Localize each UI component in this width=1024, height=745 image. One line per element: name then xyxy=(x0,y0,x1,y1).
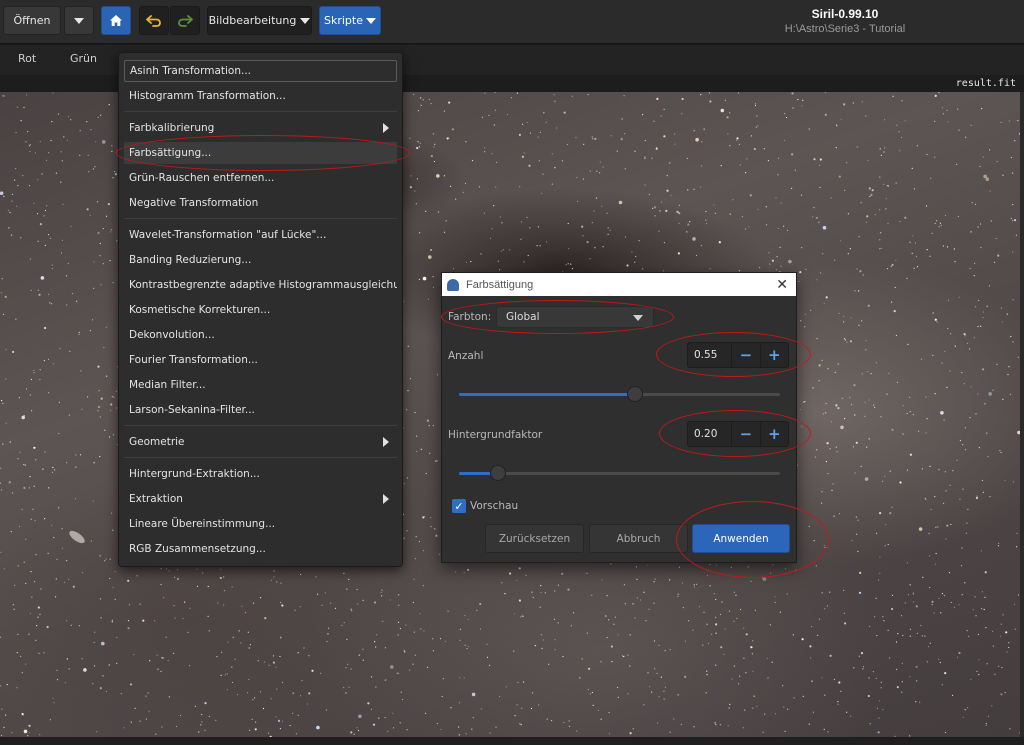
menu-item-color-calibration[interactable]: Farbkalibrierung xyxy=(124,117,397,139)
amount-decrease-button[interactable]: − xyxy=(731,343,759,367)
app-title: Siril-0.99.10 xyxy=(811,7,879,21)
menu-separator xyxy=(124,425,397,426)
image-processing-menu-button[interactable]: Bildbearbeitung xyxy=(207,6,312,35)
menu-separator xyxy=(124,457,397,458)
menu-item-banding[interactable]: Banding Reduzierung... xyxy=(124,249,397,271)
menu-separator xyxy=(124,111,397,112)
redo-icon xyxy=(178,14,193,27)
reset-button[interactable]: Zurücksetzen xyxy=(485,524,584,553)
tab-red[interactable]: Rot xyxy=(18,52,36,65)
background-factor-slider[interactable] xyxy=(459,465,780,481)
menu-item-median[interactable]: Median Filter... xyxy=(124,374,397,396)
close-icon[interactable]: ✕ xyxy=(776,276,788,293)
chevron-down-icon xyxy=(366,17,376,24)
dialog-titlebar[interactable]: Farbsättigung ✕ xyxy=(442,273,796,296)
chevron-down-icon xyxy=(633,315,643,321)
menu-item-negative[interactable]: Negative Transformation xyxy=(124,192,397,214)
chevron-down-icon xyxy=(300,17,311,24)
chevron-right-icon xyxy=(383,123,389,133)
chevron-right-icon xyxy=(383,494,389,504)
background-factor-label: Hintergrundfaktor xyxy=(448,429,543,441)
menu-item-extraction[interactable]: Extraktion xyxy=(124,488,397,510)
preview-label: Vorschau xyxy=(470,500,519,512)
image-processing-label: Bildbearbeitung xyxy=(208,14,297,27)
menu-item-linear-match[interactable]: Lineare Übereinstimmung... xyxy=(124,513,397,535)
image-processing-menu: Asinh Transformation... Histogramm Trans… xyxy=(118,52,403,567)
menu-item-background-extraction[interactable]: Hintergrund-Extraktion... xyxy=(124,463,397,485)
bottom-bar xyxy=(0,737,1024,745)
amount-spinner[interactable]: 0.55 − + xyxy=(687,342,789,368)
window-title: Siril-0.99.10 H:\Astro\Serie3 - Tutorial xyxy=(760,7,930,35)
hue-value: Global xyxy=(506,311,540,323)
home-button[interactable] xyxy=(101,6,131,35)
image-filename: result.fit xyxy=(955,78,1016,89)
open-button[interactable]: Öffnen xyxy=(3,6,61,35)
menu-item-fourier[interactable]: Fourier Transformation... xyxy=(124,349,397,371)
preview-checkbox[interactable]: ✓ xyxy=(452,499,466,513)
header-bar: Öffnen Bildbearbeitung Skripte Siril-0.9… xyxy=(0,0,1024,44)
app-icon xyxy=(447,278,459,291)
vertical-scrollbar[interactable] xyxy=(1020,92,1024,737)
menu-item-asinh[interactable]: Asinh Transformation... xyxy=(124,60,397,82)
menu-item-clahe[interactable]: Kontrastbegrenzte adaptive Histogrammaus… xyxy=(124,274,397,296)
menu-item-rgb-composition[interactable]: RGB Zusammensetzung... xyxy=(124,538,397,560)
background-slider-handle[interactable] xyxy=(490,465,506,481)
amount-value[interactable]: 0.55 xyxy=(688,349,731,361)
scripts-menu-button[interactable]: Skripte xyxy=(319,6,381,35)
background-factor-spinner[interactable]: 0.20 − + xyxy=(687,421,789,447)
menu-item-larson-sekanina[interactable]: Larson-Sekanina-Filter... xyxy=(124,399,397,421)
chevron-down-icon xyxy=(74,17,84,24)
menu-item-deconvolution[interactable]: Dekonvolution... xyxy=(124,324,397,346)
menu-item-cosmetic[interactable]: Kosmetische Korrekturen... xyxy=(124,299,397,321)
amount-slider-fill xyxy=(459,393,635,396)
hue-select[interactable]: Global xyxy=(496,306,654,328)
color-saturation-dialog: Farbsättigung ✕ Farbton: Global Anzahl 0… xyxy=(441,272,797,563)
cancel-button[interactable]: Abbruch xyxy=(589,524,688,553)
chevron-right-icon xyxy=(383,437,389,447)
menu-item-histogram[interactable]: Histogramm Transformation... xyxy=(124,85,397,107)
apply-button[interactable]: Anwenden xyxy=(692,524,790,553)
undo-button[interactable] xyxy=(139,6,169,35)
amount-slider-handle[interactable] xyxy=(627,386,643,402)
amount-slider[interactable] xyxy=(459,386,780,402)
menu-item-wavelet[interactable]: Wavelet-Transformation "auf Lücke"... xyxy=(124,224,397,246)
background-factor-value[interactable]: 0.20 xyxy=(688,428,731,440)
background-increase-button[interactable]: + xyxy=(759,422,788,446)
home-icon xyxy=(110,15,122,26)
scripts-label: Skripte xyxy=(324,14,363,27)
menu-separator xyxy=(124,218,397,219)
tab-green[interactable]: Grün xyxy=(70,52,97,65)
redo-button[interactable] xyxy=(170,6,200,35)
background-decrease-button[interactable]: − xyxy=(731,422,759,446)
project-path: H:\Astro\Serie3 - Tutorial xyxy=(784,23,906,35)
menu-item-color-saturation[interactable]: Farbsättigung... xyxy=(124,142,397,164)
menu-item-remove-green-noise[interactable]: Grün-Rauschen entfernen... xyxy=(124,167,397,189)
amount-increase-button[interactable]: + xyxy=(759,343,788,367)
dialog-title: Farbsättigung xyxy=(466,278,534,291)
amount-label: Anzahl xyxy=(448,350,484,362)
hue-label: Farbton: xyxy=(448,311,492,323)
undo-icon xyxy=(146,14,161,27)
menu-item-geometry[interactable]: Geometrie xyxy=(124,431,397,453)
open-menu-button[interactable] xyxy=(64,6,94,35)
